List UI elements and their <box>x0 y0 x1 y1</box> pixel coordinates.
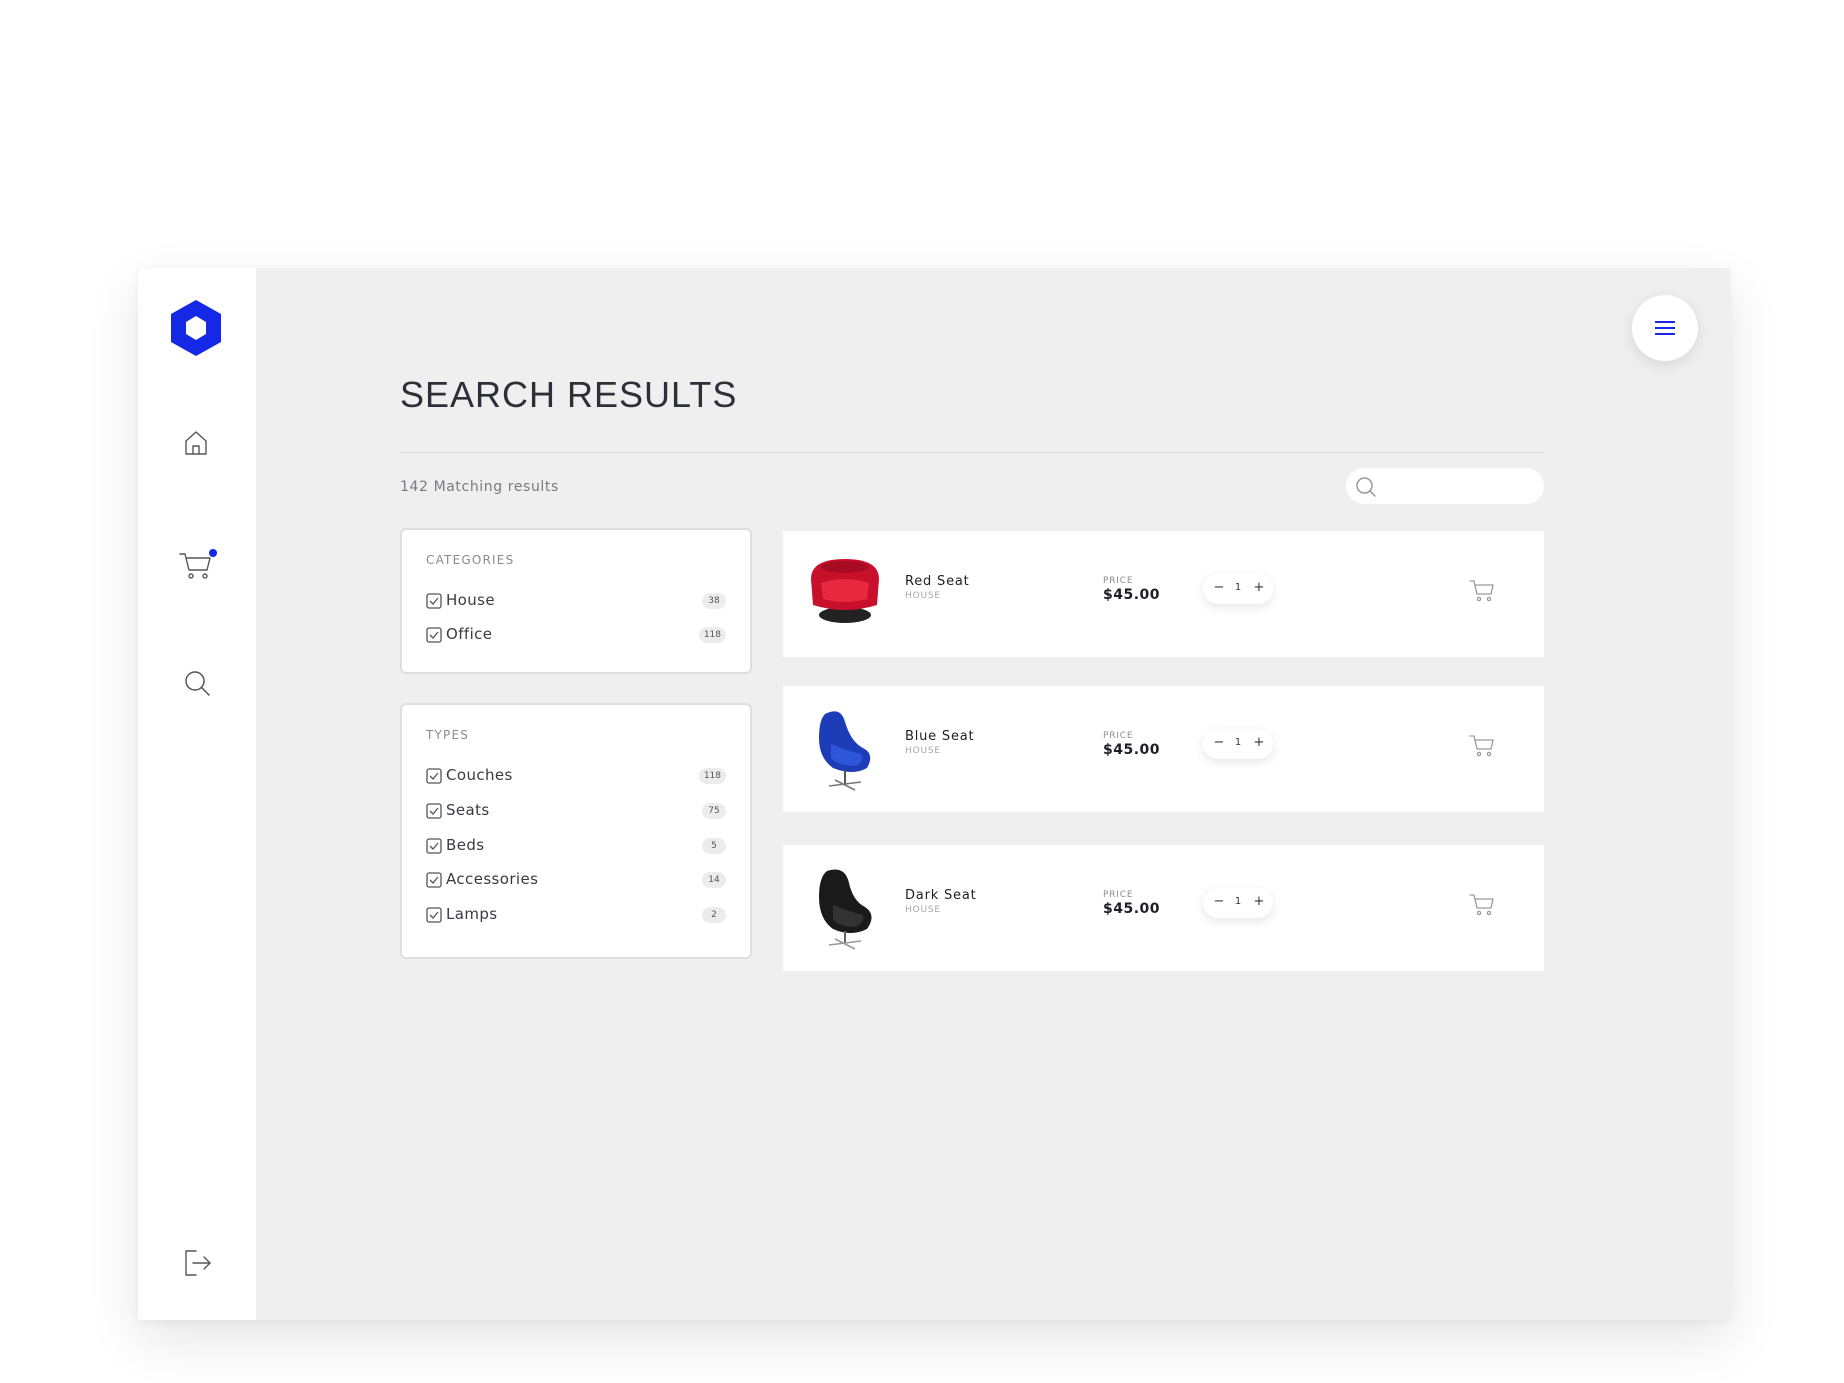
logout-icon[interactable] <box>182 1247 214 1279</box>
filter-label: Office <box>446 625 493 643</box>
page-title: SEARCH RESULTS <box>400 374 738 415</box>
quantity-stepper[interactable]: − 1 + <box>1203 729 1273 759</box>
product-card[interactable]: Dark Seat HOUSE PRICE $45.00 − 1 + <box>783 845 1544 971</box>
increment-button[interactable]: + <box>1251 735 1267 751</box>
product-name: Blue Seat <box>905 729 975 744</box>
categories-heading: CATEGORIES <box>426 553 515 567</box>
categories-filter-card: CATEGORIES House 38 Office 118 <box>400 528 752 674</box>
filter-label: House <box>446 591 496 609</box>
price-label: PRICE <box>1103 731 1134 741</box>
count-badge: 118 <box>698 768 726 784</box>
checkbox-checked-icon[interactable] <box>426 907 442 923</box>
count-badge: 5 <box>702 838 726 854</box>
quantity-value: 1 <box>1234 737 1242 748</box>
decrement-button[interactable]: − <box>1211 894 1227 910</box>
filter-label: Lamps <box>446 905 498 923</box>
count-badge: 2 <box>702 907 726 923</box>
filter-item-beds[interactable]: Beds 5 <box>426 835 726 857</box>
price-value: $45.00 <box>1103 901 1161 917</box>
filter-item-seats[interactable]: Seats 75 <box>426 800 726 822</box>
cart-notification-dot <box>209 549 217 557</box>
product-category: HOUSE <box>905 746 941 756</box>
menu-button[interactable] <box>1632 295 1698 361</box>
checkbox-checked-icon[interactable] <box>426 838 442 854</box>
quantity-stepper[interactable]: − 1 + <box>1203 574 1273 604</box>
count-badge: 75 <box>702 803 726 819</box>
increment-button[interactable]: + <box>1251 894 1267 910</box>
types-heading: TYPES <box>426 728 470 742</box>
home-icon[interactable] <box>181 428 211 458</box>
product-card[interactable]: Blue Seat HOUSE PRICE $45.00 − 1 + <box>783 686 1544 812</box>
quantity-value: 1 <box>1234 896 1242 907</box>
filter-item-accessories[interactable]: Accessories 14 <box>426 869 726 891</box>
checkbox-checked-icon[interactable] <box>426 627 442 643</box>
product-name: Red Seat <box>905 574 970 589</box>
search-icon <box>1356 477 1376 497</box>
increment-button[interactable]: + <box>1251 580 1267 596</box>
search-box[interactable] <box>1346 468 1544 504</box>
sidebar <box>138 268 256 1320</box>
filter-label: Couches <box>446 766 513 784</box>
filter-item-lamps[interactable]: Lamps 2 <box>426 904 726 926</box>
checkbox-checked-icon[interactable] <box>426 872 442 888</box>
price-label: PRICE <box>1103 890 1134 900</box>
search-icon[interactable] <box>183 669 211 697</box>
count-badge: 38 <box>702 593 726 609</box>
count-badge: 118 <box>698 627 726 643</box>
decrement-button[interactable]: − <box>1211 735 1227 751</box>
add-to-cart-icon[interactable] <box>1468 576 1496 604</box>
checkbox-checked-icon[interactable] <box>426 803 442 819</box>
red-armchair-image <box>811 559 879 623</box>
decrement-button[interactable]: − <box>1211 580 1227 596</box>
product-card[interactable]: Red Seat HOUSE PRICE $45.00 − 1 + <box>783 531 1544 657</box>
filter-label: Beds <box>446 836 485 854</box>
add-to-cart-icon[interactable] <box>1468 890 1496 918</box>
price-value: $45.00 <box>1103 742 1161 758</box>
blue-egg-chair-image <box>819 711 871 791</box>
filter-item-office[interactable]: Office 118 <box>426 624 726 646</box>
checkbox-checked-icon[interactable] <box>426 593 442 609</box>
search-input[interactable] <box>1384 474 1534 498</box>
quantity-stepper[interactable]: − 1 + <box>1203 888 1273 918</box>
hamburger-menu-icon <box>1655 321 1675 335</box>
product-name: Dark Seat <box>905 888 977 903</box>
checkbox-checked-icon[interactable] <box>426 768 442 784</box>
filter-item-house[interactable]: House 38 <box>426 590 726 612</box>
product-category: HOUSE <box>905 905 941 915</box>
filter-label: Accessories <box>446 870 539 888</box>
results-count: 142 Matching results <box>400 479 559 495</box>
count-badge: 14 <box>702 872 726 888</box>
filter-label: Seats <box>446 801 490 819</box>
filter-item-couches[interactable]: Couches 118 <box>426 765 726 787</box>
product-category: HOUSE <box>905 591 941 601</box>
price-value: $45.00 <box>1103 587 1161 603</box>
hexagon-logo-icon[interactable] <box>169 298 223 358</box>
divider <box>400 452 1544 453</box>
types-filter-card: TYPES Couches 118 Seats 75 Beds 5 Access… <box>400 703 752 959</box>
dark-egg-chair-image <box>819 869 872 950</box>
quantity-value: 1 <box>1234 582 1242 593</box>
app-window: SEARCH RESULTS 142 Matching results CATE… <box>138 268 1730 1320</box>
add-to-cart-icon[interactable] <box>1468 731 1496 759</box>
price-label: PRICE <box>1103 576 1134 586</box>
